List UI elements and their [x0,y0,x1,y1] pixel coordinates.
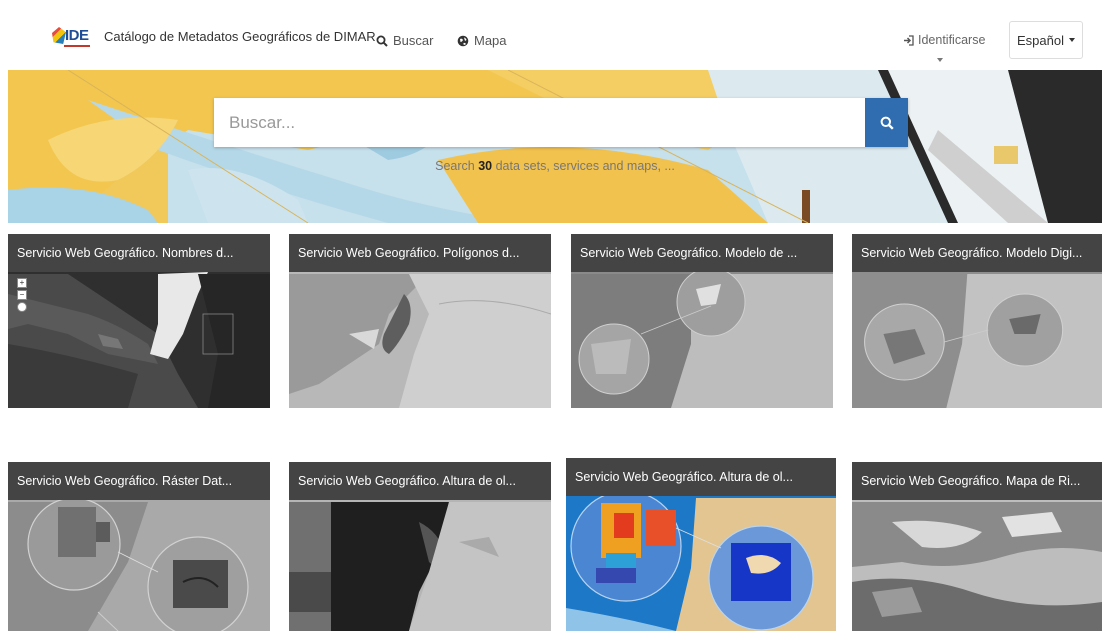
service-card[interactable]: Servicio Web Geográfico. Mapa de Ri... [852,462,1102,631]
globe-icon [457,35,469,46]
card-title[interactable]: Servicio Web Geográfico. Altura de ol... [566,458,836,496]
card-title[interactable]: Servicio Web Geográfico. Altura de ol... [289,462,551,500]
service-card[interactable]: Servicio Web Geográfico. Modelo de ... [571,234,833,408]
card-title[interactable]: Servicio Web Geográfico. Nombres d... [8,234,270,272]
card-title[interactable]: Servicio Web Geográfico. Modelo Digi... [852,234,1102,272]
card-title[interactable]: Servicio Web Geográfico. Mapa de Ri... [852,462,1102,500]
card-title[interactable]: Servicio Web Geográfico. Modelo de ... [571,234,833,272]
service-card[interactable]: Servicio Web Geográfico. Polígonos d... [289,234,551,408]
brand-link[interactable]: IDE Catálogo de Metadatos Geográficos de… [52,26,376,47]
login-link[interactable]: Identificarse [903,33,985,47]
search-input[interactable] [214,98,865,147]
dataset-count: 30 [478,159,493,173]
service-card[interactable]: Servicio Web Geográfico. Altura de ol... [289,462,551,631]
service-card[interactable]: + − Servicio Web Geográfico. Nombres d..… [8,234,270,408]
site-title: Catálogo de Metadatos Geográficos de DIM… [104,28,376,44]
login-label: Identificarse [918,33,986,47]
service-card[interactable]: Servicio Web Geográfico. Altura de ol... [566,458,836,631]
search-icon [880,116,894,130]
nav-map-link[interactable]: Mapa [457,33,507,48]
search-bar [214,98,908,147]
ide-logo: IDE [52,26,90,47]
service-card[interactable]: Servicio Web Geográfico. Ráster Dat... [8,462,270,631]
search-icon [376,35,388,47]
sign-in-icon [904,34,914,46]
subtitle-prefix: Search [435,159,479,173]
language-dropdown[interactable]: Español [1009,21,1083,59]
nav-search-link[interactable]: Buscar [376,33,433,48]
hero-banner: Search 30 data sets, services and maps, … [8,70,1102,223]
service-card[interactable]: Servicio Web Geográfico. Modelo Digi... [852,234,1102,408]
nav-search-label: Buscar [393,33,434,48]
logo-text: IDE [65,27,89,44]
search-subtitle: Search 30 data sets, services and maps, … [8,159,1102,173]
subtitle-suffix: data sets, services and maps, ... [492,159,675,173]
language-label: Español [1017,32,1064,48]
caret-down-icon [1068,38,1075,42]
search-button[interactable] [865,98,908,147]
zoom-out-icon[interactable]: − [17,290,27,300]
login-caret-icon [937,58,943,62]
zoom-in-icon[interactable]: + [17,278,27,288]
nav-map-label: Mapa [474,33,507,48]
card-title[interactable]: Servicio Web Geográfico. Polígonos d... [289,234,551,272]
locate-icon[interactable] [17,302,27,312]
top-navbar: IDE Catálogo de Metadatos Geográficos de… [0,0,1102,70]
card-title[interactable]: Servicio Web Geográfico. Ráster Dat... [8,462,270,500]
